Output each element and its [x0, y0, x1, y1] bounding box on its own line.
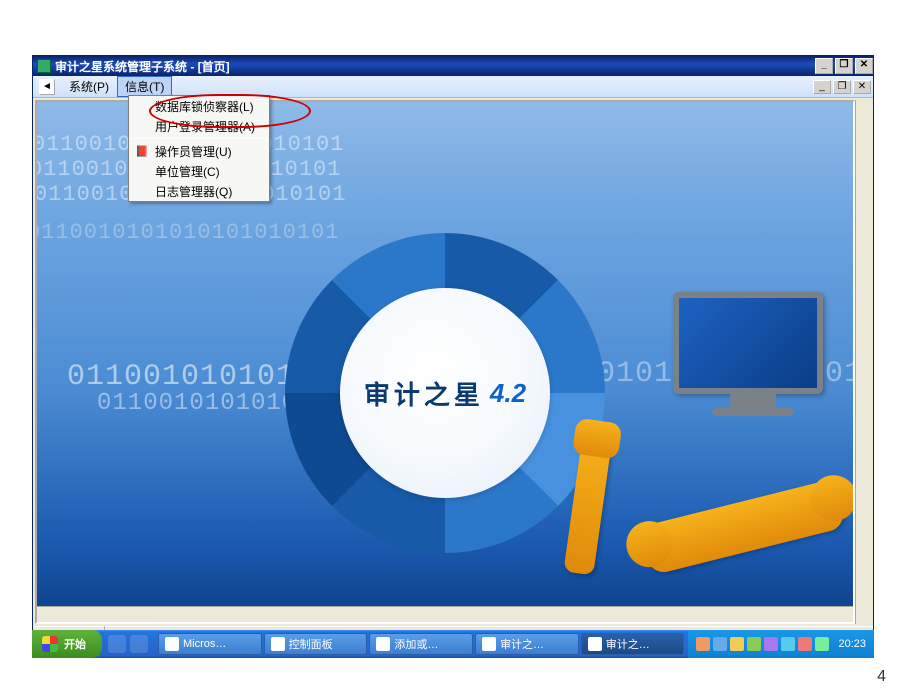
wrench-graphic: [640, 479, 846, 576]
system-tray: 20:23: [688, 630, 874, 658]
menu-operator-management[interactable]: 📕 操作员管理(U): [129, 141, 269, 161]
app-icon: [376, 637, 390, 651]
task-label: Micros…: [183, 638, 226, 650]
blank-icon: [133, 163, 151, 179]
task-control-panel[interactable]: 控制面板: [264, 633, 368, 655]
task-audit-1[interactable]: 审计之…: [475, 633, 579, 655]
menu-db-lock-detector[interactable]: 数据库锁侦察器(L): [129, 96, 269, 116]
windows-flag-icon: [42, 636, 58, 652]
quick-launch: [102, 635, 154, 653]
tray-icon[interactable]: [713, 637, 727, 651]
minimize-button[interactable]: _: [815, 58, 833, 74]
back-button[interactable]: ◄: [39, 79, 55, 95]
tray-icon[interactable]: [781, 637, 795, 651]
tray-icon[interactable]: [798, 637, 812, 651]
tray-icon[interactable]: [764, 637, 778, 651]
tray-icon[interactable]: [815, 637, 829, 651]
menu-item-label: 日志管理器(Q): [155, 183, 232, 200]
tray-icon[interactable]: [730, 637, 744, 651]
logo-wheel: 审计之星 4.2: [275, 223, 615, 563]
start-button[interactable]: 开始: [32, 630, 102, 658]
menu-log-manager[interactable]: 日志管理器(Q): [129, 181, 269, 201]
slide-page-number: 4: [877, 668, 886, 686]
menu-separator: [131, 138, 267, 139]
task-label: 控制面板: [289, 636, 333, 652]
window-title: 审计之星系统管理子系统 - [首页]: [55, 58, 230, 75]
mdi-restore-button[interactable]: ❐: [833, 80, 851, 94]
window-buttons: _ ❐ ✕: [813, 58, 873, 74]
menu-item-label: 数据库锁侦察器(L): [155, 98, 254, 115]
taskbar-tasks: Micros… 控制面板 添加或… 审计之… 审计之…: [154, 633, 688, 655]
task-add-remove[interactable]: 添加或…: [369, 633, 473, 655]
taskbar-clock[interactable]: 20:23: [838, 638, 866, 650]
tray-icon[interactable]: [696, 637, 710, 651]
menu-item-label: 用户登录管理器(A): [155, 118, 255, 135]
menu-user-login-manager[interactable]: 用户登录管理器(A): [129, 116, 269, 136]
tray-icon[interactable]: [747, 637, 761, 651]
mdi-close-button[interactable]: ✕: [853, 80, 871, 94]
monitor-graphic: [673, 292, 833, 422]
blank-icon: [133, 183, 151, 199]
menu-item-label: 操作员管理(U): [155, 143, 232, 160]
info-dropdown-menu: 数据库锁侦察器(L) 用户登录管理器(A) 📕 操作员管理(U) 单位管理(C)…: [128, 95, 270, 202]
wheel-center: 审计之星 4.2: [340, 288, 550, 498]
task-label: 审计之…: [500, 636, 544, 652]
app-icon: [271, 637, 285, 651]
app-icon: [482, 637, 496, 651]
task-audit-2[interactable]: 审计之…: [581, 633, 685, 655]
task-label: 审计之…: [606, 636, 650, 652]
app-icon: [588, 637, 602, 651]
app-icon: [165, 637, 179, 651]
app-icon: [37, 59, 51, 73]
product-name: 审计之星: [364, 375, 484, 412]
mdi-window-buttons: _ ❐ ✕: [811, 80, 871, 94]
titlebar[interactable]: 审计之星系统管理子系统 - [首页] _ ❐ ✕: [33, 56, 873, 76]
blank-icon: [133, 98, 151, 114]
book-icon: 📕: [133, 143, 151, 159]
menu-unit-management[interactable]: 单位管理(C): [129, 161, 269, 181]
menu-item-label: 单位管理(C): [155, 163, 220, 180]
close-button[interactable]: ✕: [855, 58, 873, 74]
task-label: 添加或…: [394, 636, 438, 652]
blank-icon: [133, 118, 151, 134]
restore-button[interactable]: ❐: [835, 58, 853, 74]
start-label: 开始: [64, 636, 86, 652]
product-version: 4.2: [490, 378, 526, 409]
vertical-scrollbar[interactable]: [855, 100, 871, 624]
quick-launch-desktop[interactable]: [130, 635, 148, 653]
menu-system[interactable]: 系统(P): [61, 76, 117, 97]
menu-info[interactable]: 信息(T): [117, 76, 172, 97]
horizontal-scrollbar[interactable]: [37, 606, 853, 622]
windows-taskbar: 开始 Micros… 控制面板 添加或… 审计之… 审计之… 20:23: [32, 630, 874, 658]
quick-launch-ie[interactable]: [108, 635, 126, 653]
mdi-minimize-button[interactable]: _: [813, 80, 831, 94]
task-microsoft[interactable]: Micros…: [158, 633, 262, 655]
